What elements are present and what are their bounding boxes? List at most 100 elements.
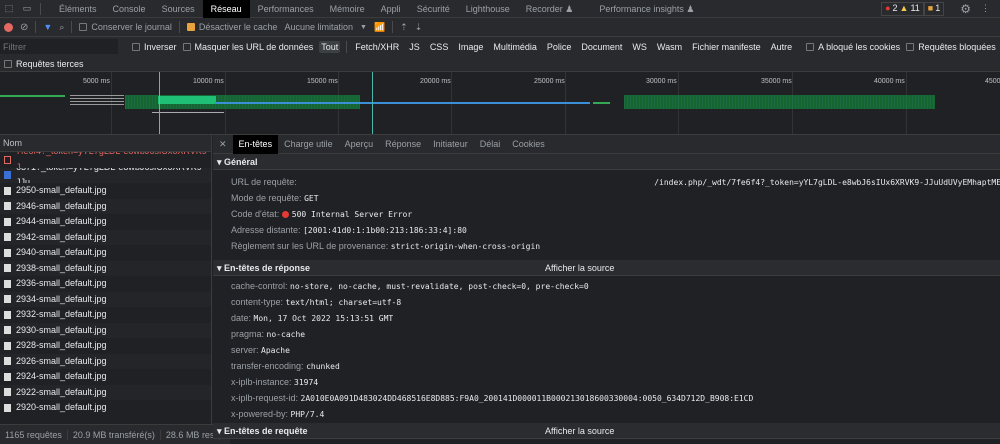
tick-label: 10000 ms <box>193 78 224 85</box>
image-icon <box>4 217 11 226</box>
header-name: pragma: <box>231 329 265 339</box>
request-name: 2944-small_default.jpg <box>16 216 107 226</box>
filter-input[interactable] <box>0 39 118 54</box>
header-value: Apache <box>261 346 290 355</box>
filter-type-font[interactable]: Police <box>545 41 574 53</box>
filter-type-css[interactable]: CSS <box>428 41 451 53</box>
filter-type-image[interactable]: Image <box>456 41 485 53</box>
request-row[interactable]: 2920-small_default.jpg <box>0 400 211 416</box>
request-row[interactable]: 2940-small_default.jpg <box>0 245 211 261</box>
filter-type-document[interactable]: Document <box>579 41 624 53</box>
tab-security[interactable]: Sécurité <box>409 0 458 18</box>
request-row[interactable]: 2924-small_default.jpg <box>0 369 211 385</box>
filter-type-wasm[interactable]: Wasm <box>655 41 684 53</box>
filter-icon[interactable]: ▼ <box>43 22 52 32</box>
tick-label: 4500 <box>985 78 1000 85</box>
column-header-name[interactable]: Nom <box>0 135 211 152</box>
network-conditions-icon[interactable]: 📶 <box>374 22 385 33</box>
third-party-checkbox[interactable] <box>4 59 12 68</box>
tick-label: 35000 ms <box>761 78 792 85</box>
filter-type-js[interactable]: JS <box>407 41 422 53</box>
view-source-link[interactable]: Afficher la source <box>545 260 614 276</box>
request-row[interactable]: 2938-small_default.jpg <box>0 260 211 276</box>
tab-application[interactable]: Appli <box>373 0 409 18</box>
filter-type-manifest[interactable]: Fichier manifeste <box>690 41 763 53</box>
disable-cache-checkbox[interactable] <box>186 23 195 31</box>
divider <box>178 21 180 33</box>
tab-payload[interactable]: Charge utile <box>278 135 339 154</box>
tab-performance-insights[interactable]: Performance insights ♟ <box>591 0 702 18</box>
gear-icon[interactable]: ⚙ <box>960 2 971 16</box>
request-row[interactable]: 2944-small_default.jpg <box>0 214 211 230</box>
tab-sources[interactable]: Sources <box>154 0 203 18</box>
request-name: 6371?_token=yYL7gLDL-e8wbJ6sIUx6XRVK9-JJ… <box>16 168 205 184</box>
request-row[interactable]: 2928-small_default.jpg <box>0 338 211 354</box>
import-icon[interactable]: ⇡ <box>400 22 408 33</box>
inspect-icon[interactable]: ⬚ <box>0 3 18 14</box>
request-row[interactable]: 2934-small_default.jpg <box>0 291 211 307</box>
request-row[interactable]: 2930-small_default.jpg <box>0 322 211 338</box>
tab-elements[interactable]: Éléments <box>51 0 105 18</box>
request-row[interactable]: 2942-small_default.jpg <box>0 229 211 245</box>
more-icon[interactable]: ⋮ <box>981 3 990 14</box>
issue-count: 1 <box>935 3 941 13</box>
hide-data-urls-checkbox[interactable] <box>182 42 191 51</box>
request-row[interactable]: 2922-small_default.jpg <box>0 384 211 400</box>
tab-console[interactable]: Console <box>105 0 154 18</box>
tab-preview[interactable]: Aperçu <box>339 135 380 154</box>
network-overview-timeline[interactable]: 5000 ms 10000 ms 15000 ms 20000 ms 25000… <box>0 72 1000 135</box>
header-value: strict-origin-when-cross-origin <box>390 242 541 251</box>
tick-label: 5000 ms <box>83 78 110 85</box>
issues-badge[interactable]: ■ 1 <box>923 1 945 16</box>
filter-type-fetch-xhr[interactable]: Fetch/XHR <box>353 41 401 53</box>
throttling-select[interactable]: Aucune limitation <box>284 22 353 32</box>
invert-checkbox[interactable] <box>132 42 140 51</box>
blocked-cookies-checkbox[interactable] <box>806 42 815 51</box>
request-row[interactable]: 6371?_token=yYL7gLDL-e8wbJ6sIUx6XRVK9-JJ… <box>0 167 211 184</box>
tab-network[interactable]: Réseau <box>202 0 250 18</box>
request-row[interactable]: 2926-small_default.jpg <box>0 353 211 369</box>
chevron-down-icon: ▼ <box>360 23 367 31</box>
tab-headers[interactable]: En-têtes <box>232 134 279 154</box>
timeline-bar <box>624 95 935 109</box>
close-icon[interactable]: ✕ <box>213 139 233 150</box>
header-value: 500 Internal Server Error <box>291 210 413 219</box>
tab-response[interactable]: Réponse <box>379 135 427 154</box>
request-row[interactable]: 2936-small_default.jpg <box>0 276 211 292</box>
request-row[interactable]: 7fe6f4?_token=yYL7gLDL-e8wbJ6sIUx6XRVK9-… <box>0 152 211 168</box>
request-headers-section-header[interactable]: ▾ En-têtes de requête Afficher la source <box>213 423 1000 439</box>
record-icon[interactable] <box>4 22 13 32</box>
request-row[interactable]: 2946-small_default.jpg <box>0 198 211 214</box>
device-toolbar-icon[interactable]: ▭ <box>18 3 36 14</box>
tab-lighthouse[interactable]: Lighthouse <box>458 0 518 18</box>
tab-recorder[interactable]: Recorder ♟ <box>518 0 582 18</box>
search-icon[interactable]: ⌕ <box>59 22 64 33</box>
response-headers-section-header[interactable]: ▾ En-têtes de réponse Afficher la source <box>213 260 1000 276</box>
general-section-header[interactable]: ▾ Général <box>213 154 1000 170</box>
clear-icon[interactable]: ⊘ <box>20 22 28 33</box>
tab-initiator[interactable]: Initiateur <box>427 135 474 154</box>
request-row[interactable]: 2950-small_default.jpg <box>0 183 211 199</box>
issues-counter[interactable]: ● 2 ▲ 11 <box>881 1 924 16</box>
image-icon <box>4 295 11 304</box>
tick-label: 25000 ms <box>534 78 565 85</box>
request-name: 2920-small_default.jpg <box>16 402 107 412</box>
tab-performance[interactable]: Performances <box>250 0 322 18</box>
document-icon <box>4 171 11 180</box>
preserve-log-checkbox[interactable] <box>79 23 88 31</box>
blocked-requests-checkbox[interactable] <box>906 42 915 51</box>
view-source-link[interactable]: Afficher la source <box>545 423 614 439</box>
request-row[interactable]: 2932-small_default.jpg <box>0 307 211 323</box>
tab-timing[interactable]: Délai <box>474 135 507 154</box>
header-name: x-iplb-request-id: <box>231 393 299 403</box>
tab-memory[interactable]: Mémoire <box>322 0 373 18</box>
filter-type-media[interactable]: Multimédia <box>491 41 539 53</box>
export-icon[interactable]: ⇣ <box>415 22 423 33</box>
header-name: URL de requête: <box>231 177 297 187</box>
filter-type-other[interactable]: Autre <box>769 41 795 53</box>
header-name: cache-control: <box>231 281 288 291</box>
filter-type-ws[interactable]: WS <box>630 41 649 53</box>
request-name: 2938-small_default.jpg <box>16 262 107 273</box>
tab-cookies[interactable]: Cookies <box>506 135 551 154</box>
filter-type-all[interactable]: Tout <box>319 40 341 53</box>
